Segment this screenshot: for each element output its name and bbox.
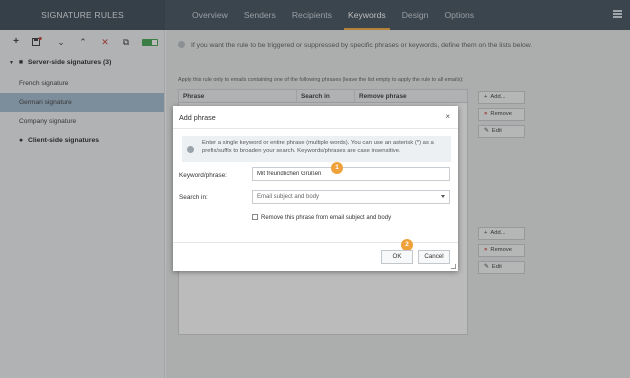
dialog-info-text: Enter a single keyword or entire phrase … bbox=[202, 140, 434, 154]
info-icon bbox=[187, 146, 194, 153]
keyword-label: Keyword/phrase: bbox=[179, 172, 227, 179]
dialog-footer-divider bbox=[173, 242, 458, 243]
dialog-title: Add phrase bbox=[179, 113, 216, 122]
search-in-select[interactable]: Email subject and body bbox=[252, 190, 450, 204]
step-1-badge: 1 bbox=[331, 162, 343, 174]
ok-button[interactable]: OK bbox=[381, 250, 413, 264]
dialog-divider bbox=[173, 128, 458, 129]
cancel-button[interactable]: Cancel bbox=[418, 250, 450, 264]
remove-phrase-option[interactable]: Remove this phrase from email subject an… bbox=[252, 214, 391, 221]
remove-phrase-checkbox-label: Remove this phrase from email subject an… bbox=[261, 215, 392, 221]
close-icon[interactable]: × bbox=[445, 112, 450, 121]
dialog-info-box: Enter a single keyword or entire phrase … bbox=[182, 136, 451, 162]
resize-grip-icon[interactable] bbox=[451, 264, 456, 269]
search-in-label: Search in: bbox=[179, 194, 208, 201]
search-in-value: Email subject and body bbox=[257, 194, 320, 200]
remove-phrase-checkbox[interactable] bbox=[252, 214, 258, 220]
add-phrase-dialog: Add phrase × Enter a single keyword or e… bbox=[173, 106, 458, 271]
chevron-down-icon bbox=[441, 195, 445, 198]
keyword-input[interactable] bbox=[252, 167, 450, 181]
